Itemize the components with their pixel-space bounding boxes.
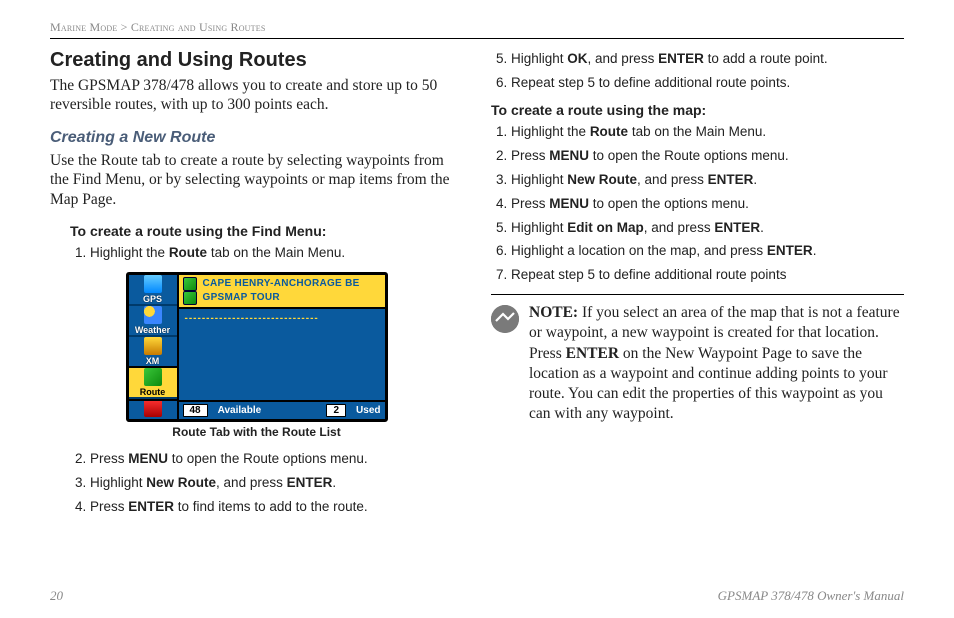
procedure-steps: Highlight the Route tab on the Main Menu… (491, 122, 904, 286)
available-label: Available (218, 405, 262, 416)
header-rule (50, 38, 904, 39)
sidebar-tab-gps: GPS (129, 275, 177, 306)
breadcrumb-section: Marine Mode (50, 20, 117, 34)
route-icon (183, 291, 197, 305)
right-column: Highlight OK, and press ENTER to add a r… (491, 49, 904, 526)
sidebar-tab-xm: XM (129, 337, 177, 368)
step: Press MENU to open the Route options men… (511, 146, 904, 167)
route-name-2: GPSMAP TOUR (203, 292, 280, 303)
note-icon (491, 305, 519, 333)
section-heading: Creating a New Route (50, 129, 463, 147)
step: Repeat step 5 to define additional route… (511, 265, 904, 286)
used-label: Used (356, 405, 380, 416)
used-count: 2 (326, 404, 346, 417)
gps-statusbar: 48 Available 2 Used (179, 400, 385, 419)
weather-icon (144, 306, 162, 324)
procedure-steps: Press MENU to open the Route options men… (70, 449, 463, 518)
content-columns: Creating and Using Routes The GPSMAP 378… (50, 49, 904, 526)
step: Press MENU to open the options menu. (511, 194, 904, 215)
step: Repeat step 5 to define additional route… (511, 73, 904, 94)
breadcrumb: Marine Mode > Creating and Using Routes (50, 20, 904, 35)
satellite-icon (144, 275, 162, 293)
step: Highlight a location on the map, and pre… (511, 241, 904, 262)
available-count: 48 (183, 404, 208, 417)
page-footer: 20 GPSMAP 378/478 Owner's Manual (50, 588, 904, 604)
flag-icon (144, 399, 162, 417)
breadcrumb-topic: Creating and Using Routes (131, 20, 266, 34)
step: Highlight the Route tab on the Main Menu… (90, 243, 463, 264)
gps-main-panel: CAPE HENRY-ANCHORAGE BE GPSMAP TOUR ----… (177, 275, 385, 419)
procedure-steps: Highlight the Route tab on the Main Menu… (70, 243, 463, 264)
step: Press ENTER to find items to add to the … (90, 497, 463, 518)
procedure-steps: Highlight OK, and press ENTER to add a r… (491, 49, 904, 94)
page-title: Creating and Using Routes (50, 49, 463, 72)
note-text: NOTE: If you select an area of the map t… (529, 303, 904, 424)
gps-titlebar: CAPE HENRY-ANCHORAGE BE GPSMAP TOUR (179, 275, 385, 309)
step: Highlight New Route, and press ENTER. (511, 170, 904, 191)
sidebar-tab-weather: Weather (129, 306, 177, 337)
step: Highlight the Route tab on the Main Menu… (511, 122, 904, 143)
sidebar-tab-points: Points (129, 399, 177, 422)
xm-icon (144, 337, 162, 355)
intro-paragraph: The GPSMAP 378/478 allows you to create … (50, 76, 463, 115)
step: Press MENU to open the Route options men… (90, 449, 463, 470)
route-name-1: CAPE HENRY-ANCHORAGE BE (203, 278, 360, 289)
procedure-title: To create a route using the Find Menu: (70, 223, 463, 239)
figure: GPS Weather XM Route (126, 272, 388, 439)
gps-sidebar: GPS Weather XM Route (129, 275, 177, 419)
empty-row-dashes: ------------------------------- (179, 309, 385, 328)
route-icon (183, 277, 197, 291)
step: Highlight OK, and press ENTER to add a r… (511, 49, 904, 70)
document-title: GPSMAP 378/478 Owner's Manual (718, 588, 904, 604)
note-block: NOTE: If you select an area of the map t… (491, 294, 904, 424)
left-column: Creating and Using Routes The GPSMAP 378… (50, 49, 463, 526)
route-icon (144, 368, 162, 386)
gps-screenshot: GPS Weather XM Route (126, 272, 388, 422)
gps-list-area: ------------------------------- (179, 309, 385, 400)
manual-page: Marine Mode > Creating and Using Routes … (0, 0, 954, 618)
section-body: Use the Route tab to create a route by s… (50, 151, 463, 209)
procedure-title: To create a route using the map: (491, 102, 904, 118)
sidebar-tab-route: Route (129, 368, 177, 399)
figure-caption: Route Tab with the Route List (126, 425, 388, 439)
page-number: 20 (50, 588, 63, 604)
step: Highlight New Route, and press ENTER. (90, 473, 463, 494)
step: Highlight Edit on Map, and press ENTER. (511, 218, 904, 239)
